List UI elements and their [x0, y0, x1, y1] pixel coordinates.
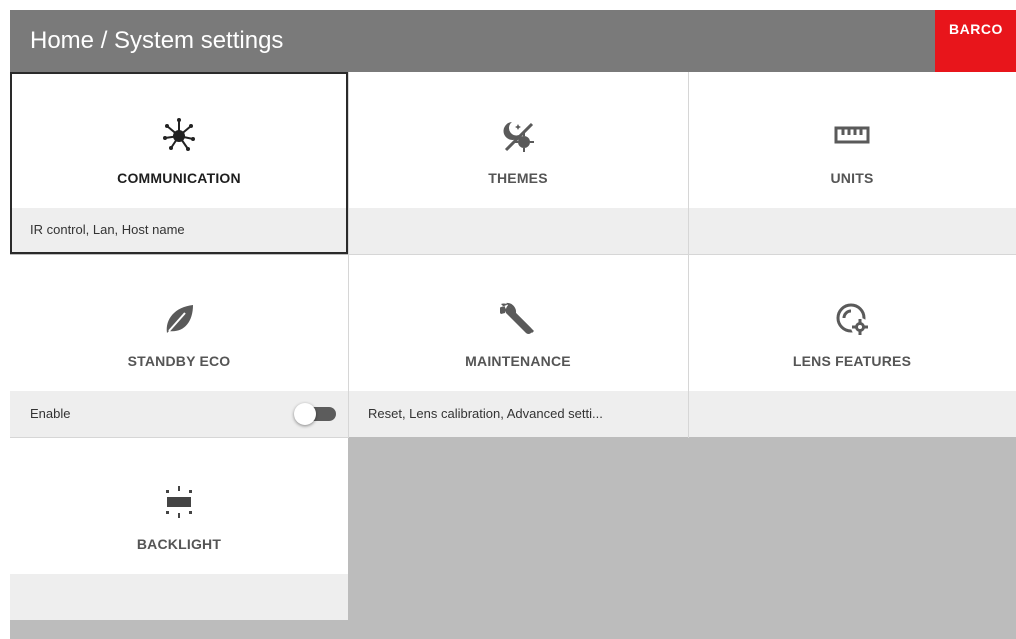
grid-divider	[348, 254, 1016, 255]
tile-label: BACKLIGHT	[136, 536, 222, 552]
lens-settings-icon	[834, 301, 870, 337]
tile-lens-features[interactable]: LENS FEATURES	[688, 255, 1016, 437]
brand-logo: BARCO	[935, 10, 1016, 72]
ruler-icon	[834, 118, 870, 154]
tile-label: MAINTENANCE	[465, 353, 571, 369]
header-bar: Home / System settings BARCO	[10, 10, 1016, 72]
grid-divider	[10, 437, 348, 438]
tile-info: Reset, Lens calibration, Advanced setti.…	[348, 391, 688, 437]
tile-themes[interactable]: THEMES	[348, 72, 688, 254]
tile-info	[10, 574, 348, 620]
tile-backlight[interactable]: BACKLIGHT	[10, 438, 348, 620]
network-icon	[161, 118, 197, 154]
standby-eco-toggle[interactable]	[294, 403, 336, 425]
brand-logo-text: BARCO	[949, 21, 1003, 37]
tile-info: Enable	[10, 391, 348, 437]
tile-label: COMMUNICATION	[117, 170, 241, 186]
tile-communication[interactable]: COMMUNICATION IR control, Lan, Host name	[10, 72, 348, 254]
grid-divider	[688, 72, 689, 438]
tile-units[interactable]: UNITS	[688, 72, 1016, 254]
backlight-icon	[161, 484, 197, 520]
page-title: Home / System settings	[30, 27, 284, 54]
tile-info	[688, 208, 1016, 254]
tile-info	[348, 208, 688, 254]
grid-divider	[348, 72, 349, 438]
tile-label: UNITS	[830, 170, 874, 186]
tile-info-text: Reset, Lens calibration, Advanced setti.…	[368, 406, 603, 421]
toggle-knob	[294, 403, 316, 425]
tile-info: IR control, Lan, Host name	[12, 208, 346, 252]
wrench-icon	[496, 301, 536, 337]
tile-label: THEMES	[488, 170, 548, 186]
leaf-icon	[161, 301, 197, 337]
tile-info-text: IR control, Lan, Host name	[30, 222, 185, 237]
tile-label: LENS FEATURES	[792, 353, 912, 369]
settings-screen: Home / System settings BARCO COMMUNICATI…	[10, 10, 1016, 639]
tile-label: STANDBY ECO	[127, 353, 231, 369]
tile-info	[688, 391, 1016, 437]
tile-maintenance[interactable]: MAINTENANCE Reset, Lens calibration, Adv…	[348, 255, 688, 437]
tile-standby-eco[interactable]: STANDBY ECO Enable	[10, 255, 348, 437]
tile-info-text: Enable	[30, 406, 71, 421]
theme-icon	[500, 118, 536, 154]
